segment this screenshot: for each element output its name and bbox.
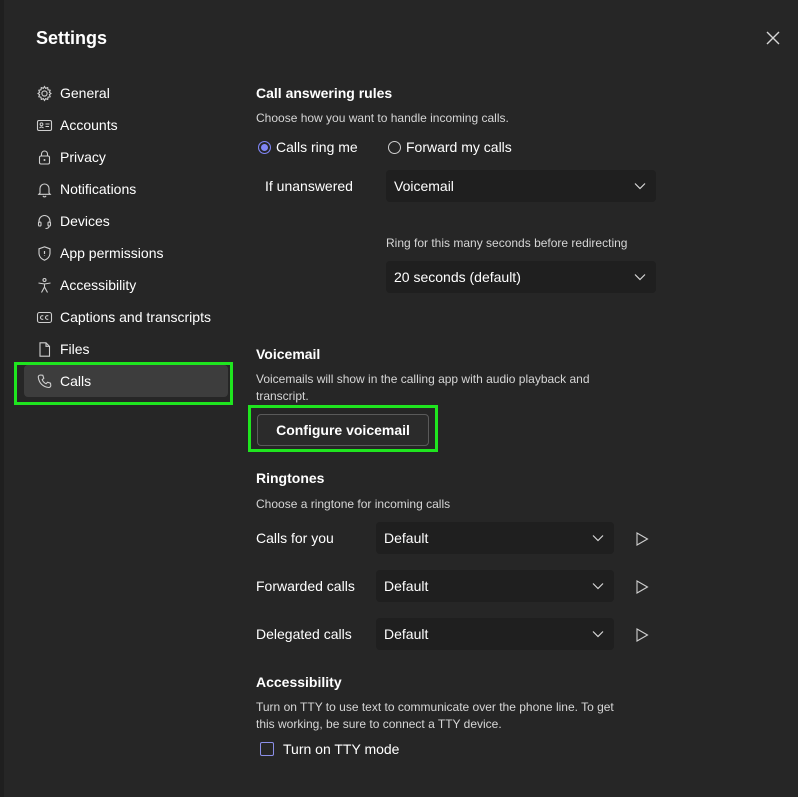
ringtone-forwarded-calls-dropdown[interactable]: Default	[376, 570, 614, 602]
voicemail-description-line1: Voicemails will show in the calling app …	[256, 372, 590, 386]
configure-voicemail-button[interactable]: Configure voicemail	[257, 414, 429, 446]
radio-calls-ring-me[interactable]: Calls ring me	[258, 139, 358, 155]
ringtones-description: Choose a ringtone for incoming calls	[256, 497, 451, 511]
play-icon[interactable]	[635, 628, 649, 642]
sidebar-item-devices[interactable]: Devices	[24, 205, 228, 237]
sidebar-item-accounts[interactable]: Accounts	[24, 109, 228, 141]
accessibility-icon	[35, 276, 53, 294]
chevron-down-icon	[592, 631, 604, 638]
dropdown-value: 20 seconds (default)	[394, 269, 521, 285]
close-button[interactable]	[760, 25, 786, 51]
dropdown-value: Default	[384, 578, 429, 594]
sidebar-item-label: Files	[60, 341, 90, 357]
call-answering-description: Choose how you want to handle incoming c…	[256, 111, 509, 125]
call-answering-title: Call answering rules	[256, 85, 393, 101]
sidebar-item-accessibility[interactable]: Accessibility	[24, 269, 228, 301]
tty-label: Turn on TTY mode	[283, 741, 400, 757]
tty-checkbox[interactable]	[260, 742, 274, 756]
ring-seconds-label: Ring for this many seconds before redire…	[386, 236, 628, 250]
chevron-down-icon	[634, 274, 646, 281]
ringtone-calls-for-you-dropdown[interactable]: Default	[376, 522, 614, 554]
ringtone-delegated-calls-dropdown[interactable]: Default	[376, 618, 614, 650]
bell-icon	[35, 180, 53, 198]
sidebar-item-privacy[interactable]: Privacy	[24, 141, 228, 173]
ringtone-row-label: Delegated calls	[256, 626, 352, 642]
radio-label: Calls ring me	[276, 139, 358, 155]
play-icon[interactable]	[635, 532, 649, 546]
sidebar-item-label: Accounts	[60, 117, 118, 133]
sidebar-item-calls[interactable]: Calls	[24, 365, 228, 397]
voicemail-title: Voicemail	[256, 346, 321, 362]
play-icon[interactable]	[635, 580, 649, 594]
chevron-down-icon	[592, 583, 604, 590]
ring-seconds-dropdown[interactable]: 20 seconds (default)	[386, 261, 656, 293]
sidebar-item-files[interactable]: Files	[24, 333, 228, 365]
cc-icon	[35, 308, 53, 326]
dropdown-value: Voicemail	[394, 178, 454, 194]
sidebar-item-label: Calls	[60, 373, 92, 389]
radio-button-selected[interactable]	[258, 140, 271, 154]
ringtone-row-label: Calls for you	[256, 530, 334, 546]
sidebar-item-general[interactable]: General	[24, 77, 228, 109]
dialog-title: Settings	[36, 28, 108, 48]
chevron-down-icon	[634, 183, 646, 190]
sidebar-item-label: Accessibility	[60, 277, 137, 293]
if-unanswered-dropdown[interactable]: Voicemail	[386, 170, 656, 202]
radio-label: Forward my calls	[406, 139, 512, 155]
if-unanswered-label: If unanswered	[265, 178, 353, 194]
tty-mode-checkbox-row[interactable]: Turn on TTY mode	[260, 741, 399, 757]
accessibility-description-line2: this working, be sure to connect a TTY d…	[256, 717, 502, 731]
id-card-icon	[35, 116, 53, 134]
radio-forward-my-calls[interactable]: Forward my calls	[388, 139, 512, 155]
sidebar-item-label: Captions and transcripts	[60, 309, 211, 325]
dropdown-value: Default	[384, 626, 429, 642]
sidebar-item-notifications[interactable]: Notifications	[24, 173, 228, 205]
accessibility-title: Accessibility	[256, 674, 342, 690]
settings-sidebar: General Accounts Privacy Notifications D…	[24, 77, 228, 397]
window-edge	[0, 0, 4, 797]
lock-icon	[35, 148, 53, 166]
file-icon	[35, 340, 53, 358]
dropdown-value: Default	[384, 530, 429, 546]
accessibility-description-line1: Turn on TTY to use text to communicate o…	[256, 700, 614, 714]
sidebar-item-label: App permissions	[60, 245, 164, 261]
radio-button[interactable]	[388, 140, 401, 154]
sidebar-item-app-permissions[interactable]: App permissions	[24, 237, 228, 269]
ringtones-title: Ringtones	[256, 470, 325, 486]
voicemail-description-line2: transcript.	[256, 389, 309, 403]
sidebar-item-label: General	[60, 85, 110, 101]
sidebar-item-label: Privacy	[60, 149, 106, 165]
headset-icon	[35, 212, 53, 230]
sidebar-item-label: Devices	[60, 213, 110, 229]
shield-icon	[35, 244, 53, 262]
chevron-down-icon	[592, 535, 604, 542]
sidebar-item-label: Notifications	[60, 181, 137, 197]
close-icon	[766, 31, 780, 45]
sidebar-item-captions[interactable]: Captions and transcripts	[24, 301, 228, 333]
ringtone-row-label: Forwarded calls	[256, 578, 355, 594]
gear-icon	[35, 84, 53, 102]
phone-icon	[35, 372, 53, 390]
